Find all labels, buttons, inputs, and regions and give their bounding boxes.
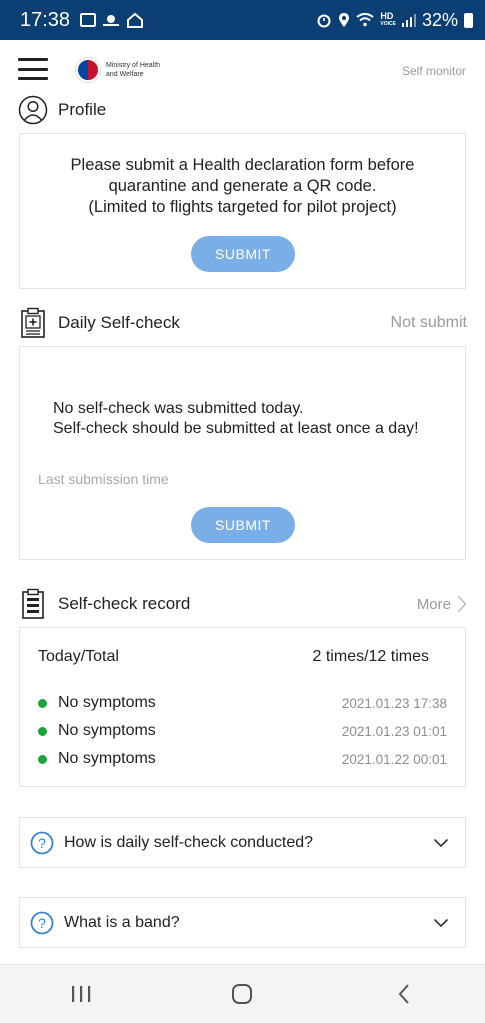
home-icon: [232, 984, 253, 1004]
faq-item-what-is-band[interactable]: ? What is a band?: [19, 897, 466, 948]
logo-text: Ministry of Health and Welfare: [106, 62, 161, 78]
today-total-label: Today/Total: [38, 648, 119, 665]
record-title: Self-check record: [58, 594, 191, 613]
last-submission-time: Last submission time: [38, 471, 169, 487]
back-icon: [398, 984, 409, 1004]
faq-question: What is a band?: [64, 913, 180, 931]
chevron-right-icon: [457, 595, 467, 613]
today-total-value: 2 times/12 times: [312, 648, 429, 665]
profile-title: Profile: [58, 100, 107, 119]
record-row: No symptoms 2021.01.22 00:01: [38, 748, 447, 770]
profile-submit-button[interactable]: SUBMIT: [191, 236, 295, 272]
battery-icon: [464, 12, 473, 28]
hd-voice-label: HD VOICE: [380, 11, 396, 28]
back-button[interactable]: [384, 974, 424, 1014]
question-circle-icon: ?: [30, 831, 54, 854]
profile-message: Please submit a Health declaration form …: [70, 156, 415, 216]
home-notify-icon: [127, 12, 144, 28]
svg-text:?: ?: [38, 835, 46, 851]
home-button[interactable]: [222, 974, 262, 1014]
profile-card: Please submit a Health declaration form …: [19, 133, 466, 289]
record-timestamp: 2021.01.22 00:01: [341, 751, 447, 767]
gallery-icon: [80, 13, 97, 27]
record-header: Self-check record More: [18, 588, 467, 620]
chevron-down-icon: [433, 838, 449, 847]
daily-status-badge: Not submit: [390, 314, 467, 331]
status-time: 17:38: [20, 8, 71, 31]
location-icon: [339, 13, 350, 27]
question-circle-icon: ?: [30, 911, 54, 934]
status-dot-icon: [38, 754, 47, 764]
record-card: Today/Total 2 times/12 times No symptoms…: [19, 627, 466, 787]
signal-icon: [401, 14, 416, 27]
record-symptom: No symptoms: [58, 722, 156, 739]
daily-selfcheck-header: Daily Self-check Not submit: [18, 307, 467, 339]
record-symptom: No symptoms: [58, 694, 156, 711]
system-nav-bar: [0, 964, 485, 1023]
faq-question: How is daily self-check conducted?: [64, 833, 314, 851]
profile-header: Profile: [18, 94, 467, 126]
ministry-logo: Ministry of Health and Welfare: [76, 58, 176, 82]
person-icon: [18, 95, 48, 125]
clipboard-list-icon: [22, 588, 44, 619]
app-header: Ministry of Health and Welfare Self moni…: [0, 40, 485, 98]
faq-item-how-selfcheck[interactable]: ? How is daily self-check conducted?: [19, 817, 466, 868]
status-dot-icon: [38, 726, 47, 736]
record-timestamp: 2021.01.23 17:38: [341, 695, 447, 711]
taegeuk-emblem-icon: [76, 58, 100, 82]
hamburger-menu-icon[interactable]: [18, 58, 48, 80]
clipboard-medical-icon: [21, 307, 45, 338]
notification-icons: [80, 12, 144, 28]
daily-submit-button[interactable]: SUBMIT: [191, 507, 295, 543]
alarm-icon: [317, 14, 331, 28]
weather-icon: [103, 15, 120, 26]
chevron-down-icon: [433, 918, 449, 927]
system-indicators: HD VOICE 32%: [316, 10, 473, 31]
recent-apps-icon: [71, 986, 91, 1002]
daily-selfcheck-card: No self-check was submitted today. Self-…: [19, 346, 466, 560]
self-monitor-label: Self monitor: [401, 64, 466, 78]
record-symptom: No symptoms: [58, 750, 156, 767]
battery-percent: 32%: [421, 9, 458, 30]
svg-text:?: ?: [38, 915, 46, 931]
wifi-icon: [356, 13, 375, 27]
record-row: No symptoms 2021.01.23 17:38: [38, 692, 447, 714]
recent-apps-button[interactable]: [61, 974, 101, 1014]
daily-message: No self-check was submitted today. Self-…: [53, 400, 419, 437]
daily-selfcheck-title: Daily Self-check: [58, 313, 180, 332]
today-total-row: Today/Total 2 times/12 times: [38, 648, 429, 666]
status-bar: 17:38 HD VOICE 32%: [0, 0, 485, 40]
record-more-link[interactable]: More: [417, 595, 467, 613]
record-row: No symptoms 2021.01.23 01:01: [38, 720, 447, 742]
record-timestamp: 2021.01.23 01:01: [341, 723, 447, 739]
status-dot-icon: [38, 698, 47, 708]
more-label: More: [416, 595, 451, 613]
